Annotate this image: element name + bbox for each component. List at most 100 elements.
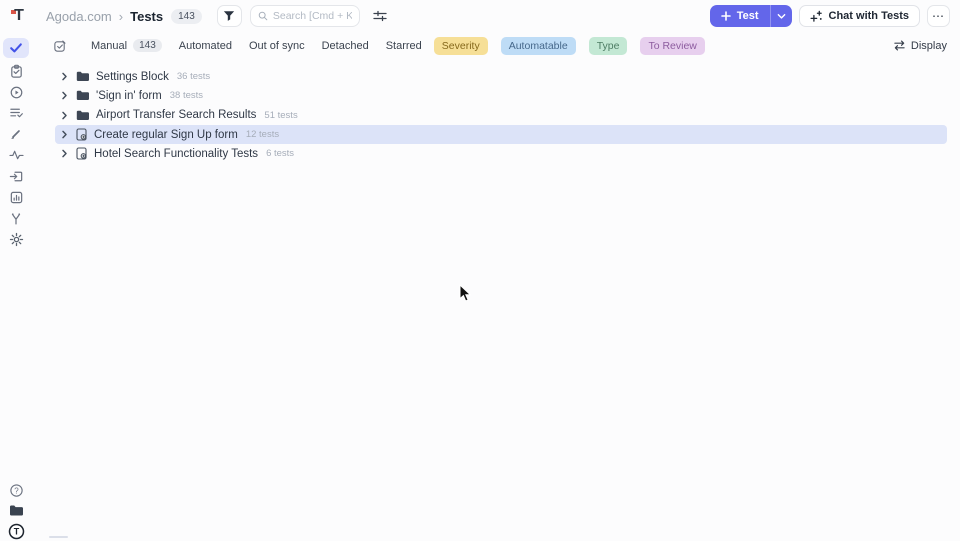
- row-test-count: 38 tests: [169, 90, 204, 102]
- projects-folder-icon: [9, 505, 23, 516]
- filter-badges: Severity Automatable Type To Review: [433, 36, 705, 55]
- badge-severity[interactable]: Severity: [433, 36, 488, 55]
- file-icon: [76, 147, 87, 160]
- tests-tree: Settings Block 36 tests 'Sign in' form 3…: [55, 67, 947, 163]
- row-test-count: 6 tests: [266, 148, 295, 160]
- display-button[interactable]: Display: [893, 40, 947, 52]
- filter-tab-label: Automated: [178, 39, 232, 52]
- filter-tab-automated[interactable]: Automated: [179, 40, 232, 52]
- settings-gear-icon: [9, 232, 23, 246]
- expand-chevron-icon[interactable]: [60, 111, 69, 120]
- svg-text:T: T: [13, 527, 19, 537]
- expand-chevron-icon[interactable]: [60, 91, 69, 100]
- ai-sparkle-icon: [809, 10, 822, 22]
- row-label: 'Sign in' form: [96, 89, 162, 102]
- runs-play-icon: [10, 86, 22, 98]
- filter-tabs: Manual 143 Automated Out of sync Detached Sta…: [91, 39, 422, 52]
- row-test-count: 51 tests: [264, 109, 298, 121]
- badge-automatable[interactable]: Automatable: [500, 36, 576, 55]
- tree-row-create-regular-sign-up-form[interactable]: Create regular Sign Up form 12 tests: [55, 124, 947, 145]
- search-icon: [258, 11, 268, 21]
- create-test-split-button: Test: [709, 5, 792, 27]
- display-label: Display: [910, 39, 947, 52]
- tree-row-settings-block[interactable]: Settings Block 36 tests: [55, 67, 947, 86]
- filter-tab-label: Detached: [321, 39, 369, 52]
- sidebar-item-settings[interactable]: [3, 231, 29, 247]
- checklist-icon: [9, 108, 23, 118]
- pen-tool-icon: [11, 130, 20, 139]
- create-test-label: Test: [736, 10, 759, 22]
- sidebar: T ? T: [0, 0, 32, 541]
- filter-tab-detached[interactable]: Detached: [322, 40, 369, 52]
- filter-tab-label: Manual: [91, 39, 128, 52]
- sidebar-nav: [0, 38, 32, 247]
- sidebar-item-import[interactable]: [3, 168, 29, 184]
- breadcrumb-project[interactable]: Agoda.com: [46, 9, 112, 24]
- page-title: Tests: [130, 8, 164, 24]
- tests-check-icon: [10, 43, 22, 53]
- chat-with-tests-label: Chat with Tests: [828, 10, 909, 22]
- create-test-dropdown[interactable]: [771, 5, 792, 27]
- filter-tab-count: 143: [133, 39, 162, 52]
- row-test-count: 12 tests: [245, 129, 280, 141]
- swap-arrows-icon: [894, 40, 905, 51]
- sidebar-item-activity[interactable]: [3, 147, 29, 163]
- filter-tab-manual[interactable]: Manual 143: [91, 39, 162, 52]
- tree-row-airport-transfer-search-results[interactable]: Airport Transfer Search Results 51 tests: [55, 106, 947, 125]
- filter-button[interactable]: [216, 5, 242, 27]
- search-box[interactable]: [249, 5, 360, 27]
- svg-text:?: ?: [14, 486, 19, 495]
- filter-bar: Manual 143 Automated Out of sync Detached Sta…: [32, 33, 960, 58]
- profile-avatar[interactable]: T: [0, 523, 32, 540]
- help-circle-icon: ?: [9, 484, 23, 497]
- chevron-down-icon: [777, 13, 785, 19]
- horizontal-scrollbar[interactable]: [49, 536, 68, 538]
- expand-chevron-icon[interactable]: [60, 130, 69, 139]
- sidebar-footer-projects[interactable]: [0, 504, 32, 517]
- folder-icon: [76, 90, 89, 101]
- folder-icon: [76, 110, 89, 121]
- top-bar: Agoda.com › Tests 143 Test Chat with Tes…: [32, 0, 960, 32]
- expand-chevron-icon[interactable]: [60, 72, 69, 81]
- badge-to-review[interactable]: To Review: [640, 36, 705, 55]
- sidebar-item-test-plans[interactable]: [3, 63, 29, 79]
- sidebar-item-branches[interactable]: [3, 210, 29, 226]
- plus-icon: [720, 11, 731, 21]
- create-test-button[interactable]: Test: [710, 5, 770, 27]
- test-plans-clipboard-icon: [10, 64, 22, 78]
- tree-row-sign-in-form[interactable]: 'Sign in' form 38 tests: [55, 86, 947, 105]
- sidebar-item-tests[interactable]: [3, 38, 29, 58]
- sidebar-item-editor[interactable]: [3, 126, 29, 142]
- tree-row-hotel-search-functionality-tests[interactable]: Hotel Search Functionality Tests 6 tests: [55, 144, 947, 163]
- row-test-count: 36 tests: [176, 71, 211, 83]
- import-inbox-icon: [9, 171, 22, 181]
- filter-tab-label: Out of sync: [248, 39, 305, 52]
- row-label: Airport Transfer Search Results: [96, 109, 257, 122]
- logo-letter: T: [14, 7, 24, 24]
- chat-with-tests-button[interactable]: Chat with Tests: [798, 5, 920, 27]
- search-input[interactable]: [272, 10, 352, 22]
- funnel-icon: [224, 11, 235, 21]
- sidebar-item-checklists[interactable]: [3, 105, 29, 121]
- bulk-select-icon[interactable]: [53, 39, 67, 53]
- row-label: Settings Block: [96, 70, 169, 83]
- row-label: Create regular Sign Up form: [94, 128, 238, 141]
- search-settings-icon[interactable]: [373, 10, 387, 22]
- filter-tab-out-of-sync[interactable]: Out of sync: [249, 40, 305, 52]
- analytics-chart-icon: [10, 191, 22, 203]
- ellipsis-icon: ⋯: [932, 9, 945, 23]
- app-logo[interactable]: T: [10, 7, 28, 25]
- badge-type[interactable]: Type: [588, 36, 628, 55]
- pulse-icon: [8, 150, 24, 160]
- sidebar-item-analytics[interactable]: [3, 189, 29, 205]
- more-actions-button[interactable]: ⋯: [927, 5, 950, 27]
- file-icon: [76, 128, 87, 141]
- breadcrumb-separator: ›: [118, 8, 124, 24]
- mouse-cursor: [459, 284, 472, 303]
- avatar-circle-icon: T: [8, 523, 24, 540]
- branch-icon: [11, 212, 21, 225]
- sidebar-item-runs[interactable]: [3, 84, 29, 100]
- sidebar-footer-help[interactable]: ?: [0, 483, 32, 498]
- filter-tab-starred[interactable]: Starred: [386, 40, 422, 52]
- expand-chevron-icon[interactable]: [60, 149, 69, 158]
